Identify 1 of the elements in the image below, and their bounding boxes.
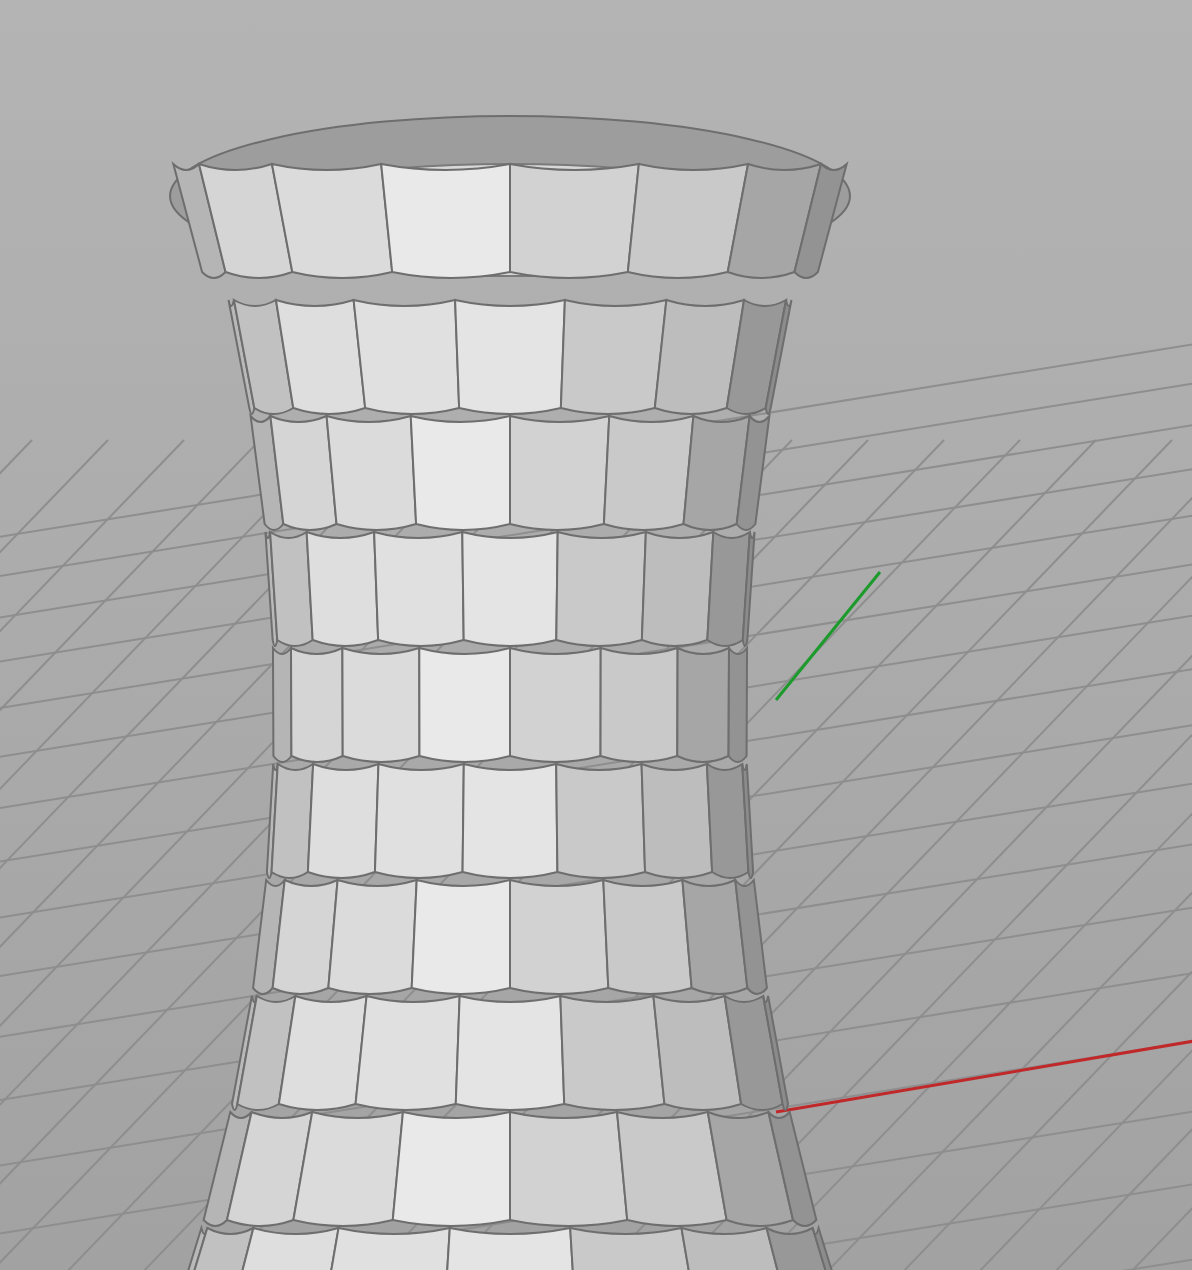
perspective-viewport[interactable] <box>0 0 1192 1270</box>
